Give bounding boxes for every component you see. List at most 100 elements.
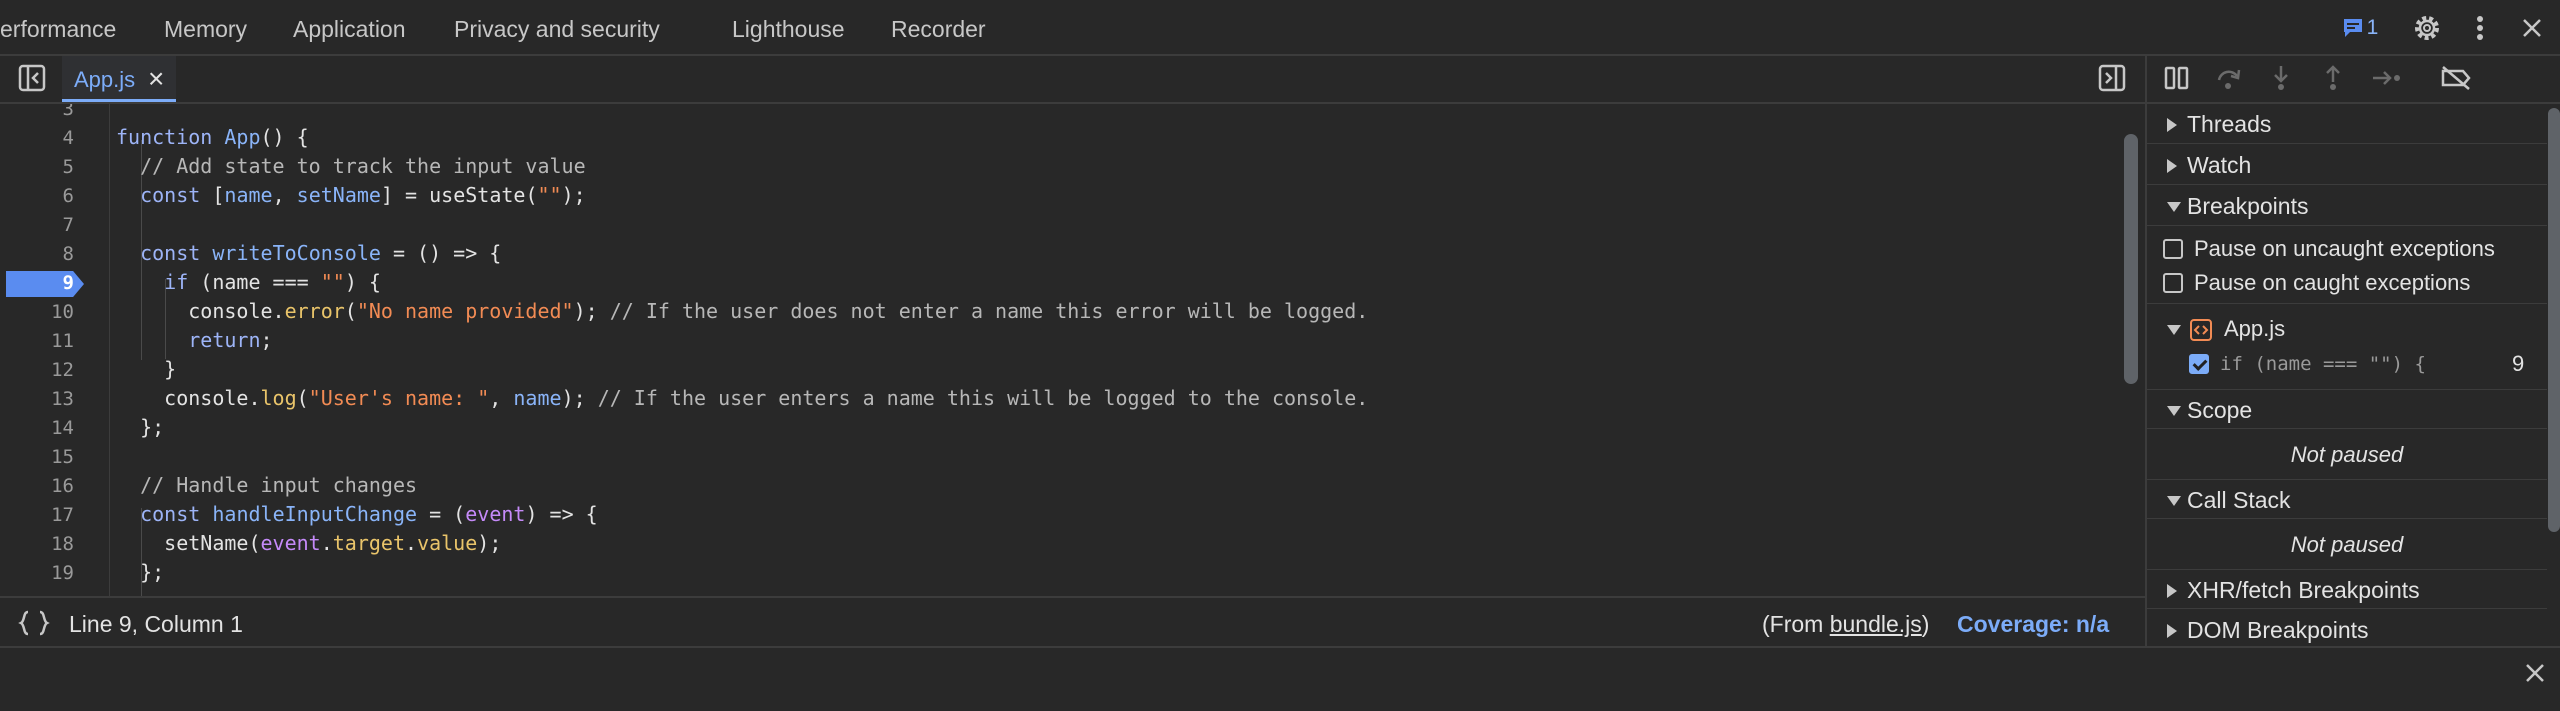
pause-uncaught-label: Pause on uncaught exceptions [2194, 236, 2495, 261]
code-line[interactable]: function App() { [116, 125, 309, 149]
call-stack-section-header[interactable]: Call Stack [2147, 479, 2547, 519]
line-number[interactable]: 15 [0, 446, 74, 468]
file-code-icon [2189, 318, 2213, 342]
line-number[interactable]: 13 [0, 388, 74, 410]
toggle-navigator-button[interactable] [18, 64, 48, 94]
divider [2147, 303, 2547, 304]
watch-section-header[interactable]: Watch [2147, 145, 2547, 185]
scope-section-header[interactable]: Scope [2147, 389, 2547, 429]
more-options-button[interactable] [2462, 10, 2498, 46]
code-line[interactable]: return; [116, 328, 272, 352]
step-out-icon [2319, 64, 2347, 92]
line-number[interactable]: 9 [0, 272, 74, 294]
code-editor[interactable]: 3 4 5 6 7 8 9 10 11 12 13 14 15 16 17 18 19 function App… [0, 104, 2145, 596]
dom-breakpoints-section-header[interactable]: DOM Breakpoints [2147, 610, 2547, 646]
step-over-button[interactable] [2215, 64, 2243, 92]
code-line[interactable]: const handleInputChange = (event) => { [116, 502, 598, 526]
tab-memory[interactable]: Memory [164, 0, 247, 56]
expanded-triangle-icon [2167, 325, 2181, 335]
tab-lighthouse[interactable]: Lighthouse [732, 0, 845, 56]
breakpoint-enabled-checkbox[interactable] [2189, 354, 2209, 374]
line-number[interactable]: 10 [0, 301, 74, 323]
editor-status-bar: Line 9, Column 1 (From bundle.js) Covera… [0, 596, 2145, 646]
cursor-position: Line 9, Column 1 [69, 611, 243, 637]
code-line[interactable]: setName(event.target.value); [116, 531, 501, 555]
tab-recorder[interactable]: Recorder [891, 0, 986, 56]
pause-caught-row[interactable]: Pause on caught exceptions [2147, 266, 2547, 300]
scope-status: Not paused [2147, 435, 2547, 475]
close-tab-icon[interactable]: × [148, 56, 164, 102]
code-line[interactable]: const [name, setName] = useState(""); [116, 183, 586, 207]
pause-resume-button[interactable] [2163, 64, 2191, 92]
tab-privacy-and-security[interactable]: Privacy and security [454, 0, 660, 56]
line-number[interactable]: 6 [0, 185, 74, 207]
code-line[interactable]: console.log("User's name: ", name); // I… [116, 386, 1368, 410]
line-number[interactable]: 17 [0, 504, 74, 526]
pause-caught-checkbox[interactable] [2163, 273, 2183, 293]
line-number[interactable]: 8 [0, 243, 74, 265]
close-devtools-button[interactable] [2514, 10, 2550, 46]
dom-breakpoints-label: DOM Breakpoints [2187, 617, 2369, 643]
line-number[interactable]: 14 [0, 417, 74, 439]
line-number[interactable]: 16 [0, 475, 74, 497]
collapsed-triangle-icon [2167, 159, 2177, 173]
line-number[interactable]: 5 [0, 156, 74, 178]
xhr-breakpoints-label: XHR/fetch Breakpoints [2187, 577, 2420, 603]
coverage-status[interactable]: Coverage: n/a [1957, 598, 2109, 650]
close-icon [2524, 662, 2546, 684]
sidebar-right-icon [2098, 64, 2128, 92]
line-number[interactable]: 7 [0, 214, 74, 236]
code-line[interactable]: if (name === "") { [116, 270, 381, 294]
breakpoints-section-header[interactable]: Breakpoints [2147, 186, 2547, 226]
code-line[interactable]: }; [116, 560, 164, 584]
breakpoint-entry[interactable]: if (name === "") { 9 [2147, 347, 2547, 381]
origin-prefix: (From [1762, 611, 1830, 637]
line-number[interactable]: 19 [0, 562, 74, 584]
bottom-drawer [0, 646, 2560, 711]
code-line[interactable]: console.error("No name provided"); // If… [116, 299, 1368, 323]
source-map-origin: (From bundle.js) [1762, 598, 1929, 650]
code-line[interactable]: // Add state to track the input value [116, 154, 586, 178]
line-number[interactable]: 11 [0, 330, 74, 352]
line-number[interactable]: 12 [0, 359, 74, 381]
deactivate-breakpoints-button[interactable] [2439, 64, 2473, 92]
toggle-debugger-button[interactable] [2098, 64, 2128, 94]
step-icon [2371, 64, 2403, 92]
code-line[interactable]: // Handle input changes [116, 473, 417, 497]
code-line[interactable]: } [116, 357, 176, 381]
pause-uncaught-row[interactable]: Pause on uncaught exceptions [2147, 232, 2547, 266]
code-line[interactable]: const writeToConsole = () => { [116, 241, 501, 265]
settings-button[interactable] [2409, 10, 2445, 46]
issues-button[interactable]: 1 [2338, 10, 2382, 46]
step-out-button[interactable] [2319, 64, 2347, 92]
call-stack-status: Not paused [2147, 525, 2547, 565]
tab-application[interactable]: Application [293, 0, 406, 56]
close-drawer-button[interactable] [2524, 662, 2546, 684]
tab-performance[interactable]: erformance [0, 0, 116, 56]
threads-section-header[interactable]: Threads [2147, 104, 2547, 144]
step-button[interactable] [2371, 64, 2403, 92]
call-stack-label: Call Stack [2187, 487, 2291, 513]
breakpoint-file-row[interactable]: App.js [2147, 312, 2547, 346]
step-into-button[interactable] [2267, 64, 2295, 92]
code-line[interactable]: }; [116, 415, 164, 439]
bundle-link[interactable]: bundle.js [1830, 611, 1922, 637]
xhr-breakpoints-section-header[interactable]: XHR/fetch Breakpoints [2147, 569, 2547, 609]
line-number-gutter[interactable]: 3 4 5 6 7 8 9 10 11 12 13 14 15 16 17 18 19 [0, 104, 110, 596]
sidebar-scrollbar-thumb[interactable] [2548, 108, 2560, 532]
sidebar-left-icon [18, 64, 48, 92]
file-tab-app-js[interactable]: App.js × [62, 56, 176, 102]
line-number[interactable]: 18 [0, 533, 74, 555]
pause-uncaught-checkbox[interactable] [2163, 239, 2183, 259]
breakpoint-file-name: App.js [2224, 316, 2286, 341]
threads-label: Threads [2187, 111, 2272, 137]
line-number[interactable]: 3 [0, 104, 74, 120]
call-stack-not-paused: Not paused [2290, 532, 2404, 557]
close-icon [2521, 17, 2543, 39]
breakpoint-off-icon [2439, 64, 2473, 92]
sources-editor-toolbar: App.js × [0, 56, 2145, 104]
expanded-triangle-icon [2167, 496, 2181, 506]
pretty-print-button[interactable] [18, 610, 50, 636]
line-number[interactable]: 4 [0, 127, 74, 149]
editor-scrollbar-thumb[interactable] [2124, 134, 2138, 384]
